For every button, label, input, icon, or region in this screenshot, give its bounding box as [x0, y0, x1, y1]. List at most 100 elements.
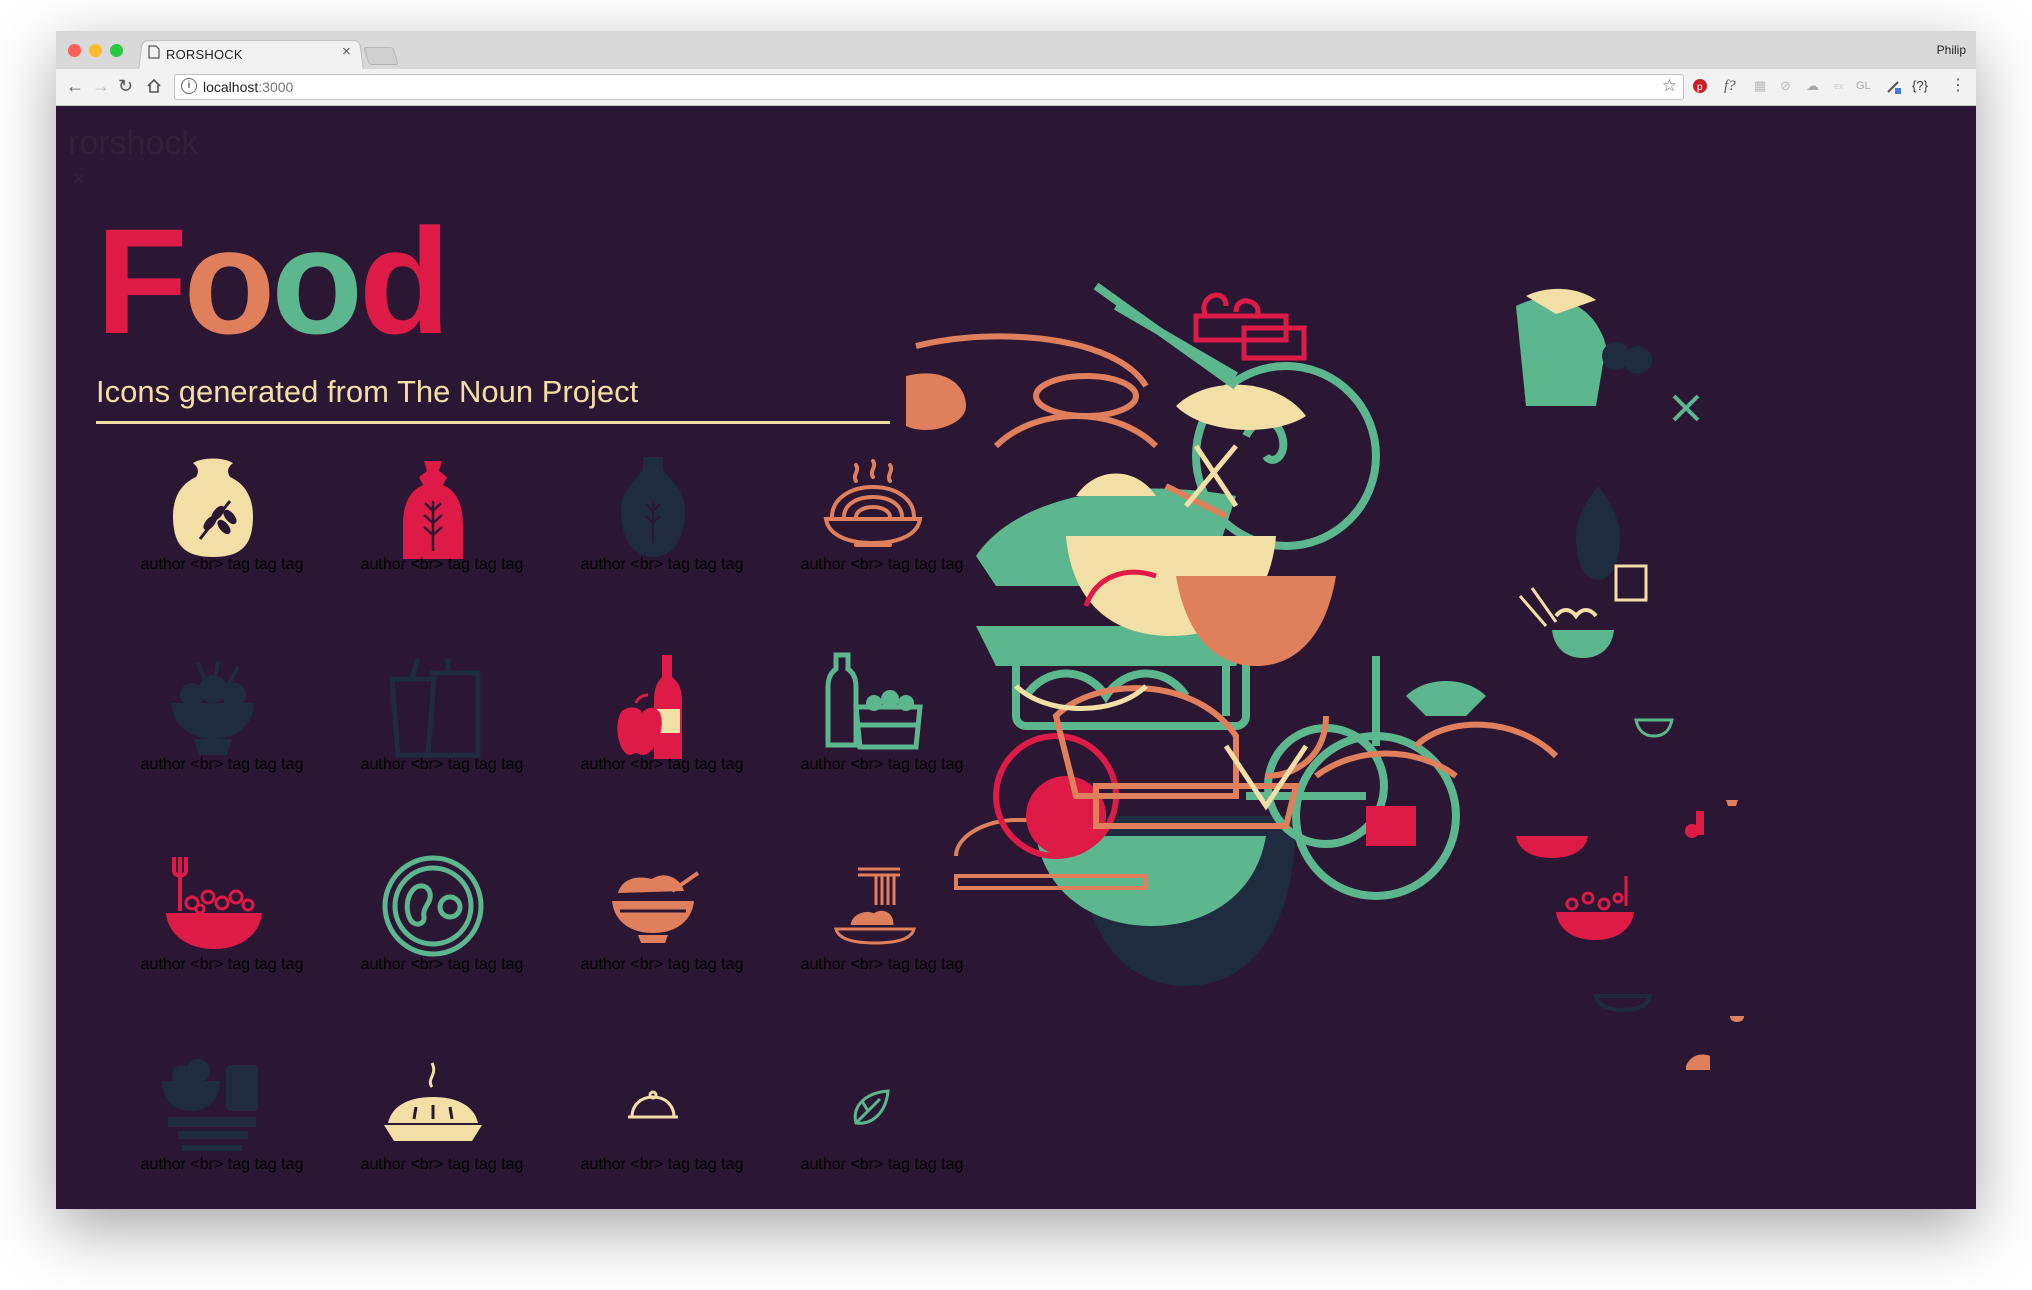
berry-bowl-icon [166, 857, 262, 949]
close-window-button[interactable] [68, 44, 81, 57]
page-title: Food [96, 206, 451, 356]
new-tab-button[interactable] [363, 47, 399, 65]
eyedropper-extension-icon[interactable] [1886, 78, 1902, 94]
icon-caption: author <br> tag tag tag [360, 1156, 524, 1173]
rice-bowl-icon [1413, 721, 1559, 759]
icon-caption: author <br> tag tag tag [360, 556, 524, 573]
cloche-icon [628, 1090, 678, 1119]
icon-card[interactable]: author <br> tag tag tag [112, 851, 332, 1001]
apple-icon [1624, 346, 1652, 374]
drink-cups-icon [389, 658, 481, 758]
info-icon[interactable]: i [181, 78, 197, 94]
page-subtitle: Icons generated from The Noun Project [96, 374, 639, 409]
gl-extension-icon[interactable]: GL [1856, 80, 1871, 92]
icon-card[interactable]: author <br> tag tag tag [332, 651, 552, 801]
icon-caption: author <br> tag tag tag [580, 756, 744, 773]
berry-bowl-icon [1556, 912, 1634, 940]
bowl-icon [1634, 718, 1674, 738]
icon-card[interactable]: author <br> tag tag tag [552, 451, 772, 601]
json-extension-icon[interactable]: {?} [1912, 78, 1928, 93]
page-icon [148, 45, 160, 59]
home-icon[interactable] [146, 78, 162, 94]
sack-icon [1516, 298, 1606, 406]
title-letter: o [183, 197, 276, 365]
icon-caption: author <br> tag tag tag [140, 1156, 304, 1173]
forward-arrow-icon[interactable]: → [92, 76, 110, 96]
profile-name[interactable]: Philip [1937, 43, 1966, 57]
svg-text:p: p [1697, 82, 1703, 93]
rice-icon [1554, 608, 1598, 620]
pinterest-extension-icon[interactable]: p [1692, 78, 1708, 94]
link-extension-icon[interactable]: ⊘ [1780, 78, 1791, 94]
rice-bowl-icon [612, 871, 700, 943]
title-letter: o [271, 197, 363, 365]
menu-kebab-icon[interactable]: ⋮ [1950, 75, 1966, 95]
icon-card[interactable]: author <br> tag tag tag [552, 651, 772, 801]
title-letter: F [96, 197, 188, 365]
title-underline [96, 421, 890, 424]
scattered-icons [1516, 342, 1744, 1070]
cloud-extension-icon[interactable]: ☁ [1806, 78, 1819, 94]
icon-caption: author <br> tag tag tag [360, 956, 524, 973]
icon-caption: author <br> tag tag tag [140, 756, 304, 773]
url-text[interactable]: localhost:3000 [203, 79, 293, 95]
rice-bowl-icon [1686, 1054, 1710, 1070]
sake-bottle-icon [621, 457, 685, 557]
icon-card[interactable]: author <br> tag tag tag [552, 1051, 772, 1201]
close-icon[interactable]: × [72, 166, 85, 192]
address-bar[interactable]: i localhost:3000 ☆ [174, 74, 1684, 100]
burger-icon [1033, 373, 1139, 419]
cups-icon [1614, 564, 1648, 602]
icon-caption: author <br> tag tag tag [580, 1156, 744, 1173]
cloche-icon [1406, 681, 1486, 716]
bottle-icon [1576, 486, 1620, 580]
chopsticks-icon [1518, 587, 1558, 627]
icon-caption: author <br> tag tag tag [140, 956, 304, 973]
icon-card[interactable]: author <br> tag tag tag [112, 451, 332, 601]
icon-card[interactable]: author <br> tag tag tag [112, 1051, 332, 1201]
tab-close-icon[interactable]: × [342, 43, 351, 60]
tab-title: RORSHOCK [166, 47, 243, 62]
tab-bar: RORSHOCK × Philip [56, 31, 1976, 71]
grid-extension-icon[interactable]: ▦ [1754, 78, 1766, 94]
apple-wine-icon [617, 655, 682, 759]
utensils-icon [1672, 394, 1700, 422]
bag-icon [1366, 806, 1416, 846]
apple-icon [1685, 824, 1699, 838]
grain-sack-icon [172, 458, 254, 557]
ex-extension-icon[interactable]: ex [1834, 81, 1844, 91]
bag-icon [1516, 836, 1588, 858]
icon-card[interactable]: author <br> tag tag tag [332, 1051, 552, 1201]
icon-caption: author <br> tag tag tag [580, 556, 744, 573]
bread-icon [906, 373, 966, 430]
mini-icon [1730, 1016, 1744, 1022]
title-letter: d [358, 197, 451, 365]
icon-caption: author <br> tag tag tag [360, 756, 524, 773]
salad-bowl-icon [172, 660, 254, 755]
browser-toolbar: ← → ↻ i localhost:3000 ☆ p f? ▦ ⊘ ☁ ex G… [56, 69, 1976, 106]
font-extension-icon[interactable]: f? [1724, 78, 1736, 95]
icon-card[interactable]: author <br> tag tag tag [332, 451, 552, 601]
back-arrow-icon[interactable]: ← [66, 76, 84, 96]
noodle-plate-icon [1593, 994, 1653, 1013]
icon-caption: author <br> tag tag tag [800, 1156, 964, 1173]
reload-icon[interactable]: ↻ [118, 76, 133, 96]
brand-logo[interactable]: rorshock [68, 124, 198, 163]
browser-window: RORSHOCK × Philip ← → ↻ i localhost:3000… [56, 31, 1976, 1209]
icon-card[interactable]: author <br> tag tag tag [552, 851, 772, 1001]
icon-card[interactable]: author <br> tag tag tag [112, 651, 332, 801]
meal-set-icon [162, 1059, 258, 1151]
window-controls [68, 44, 123, 57]
minimize-window-button[interactable] [89, 44, 102, 57]
cake-icon [1076, 473, 1156, 496]
cake-icon [993, 413, 1159, 449]
zoom-window-button[interactable] [110, 44, 123, 57]
pie-icon [1176, 384, 1306, 430]
cup-icon [1241, 325, 1307, 361]
icon-caption: author <br> tag tag tag [580, 956, 744, 973]
pie-icon [384, 1062, 482, 1141]
bookmark-star-icon[interactable]: ☆ [1662, 76, 1677, 96]
page-content: rorshock × Food Icons generated from The… [56, 106, 1976, 1209]
wheat-bag-icon [403, 461, 463, 559]
icon-card[interactable]: author <br> tag tag tag [332, 851, 552, 1001]
